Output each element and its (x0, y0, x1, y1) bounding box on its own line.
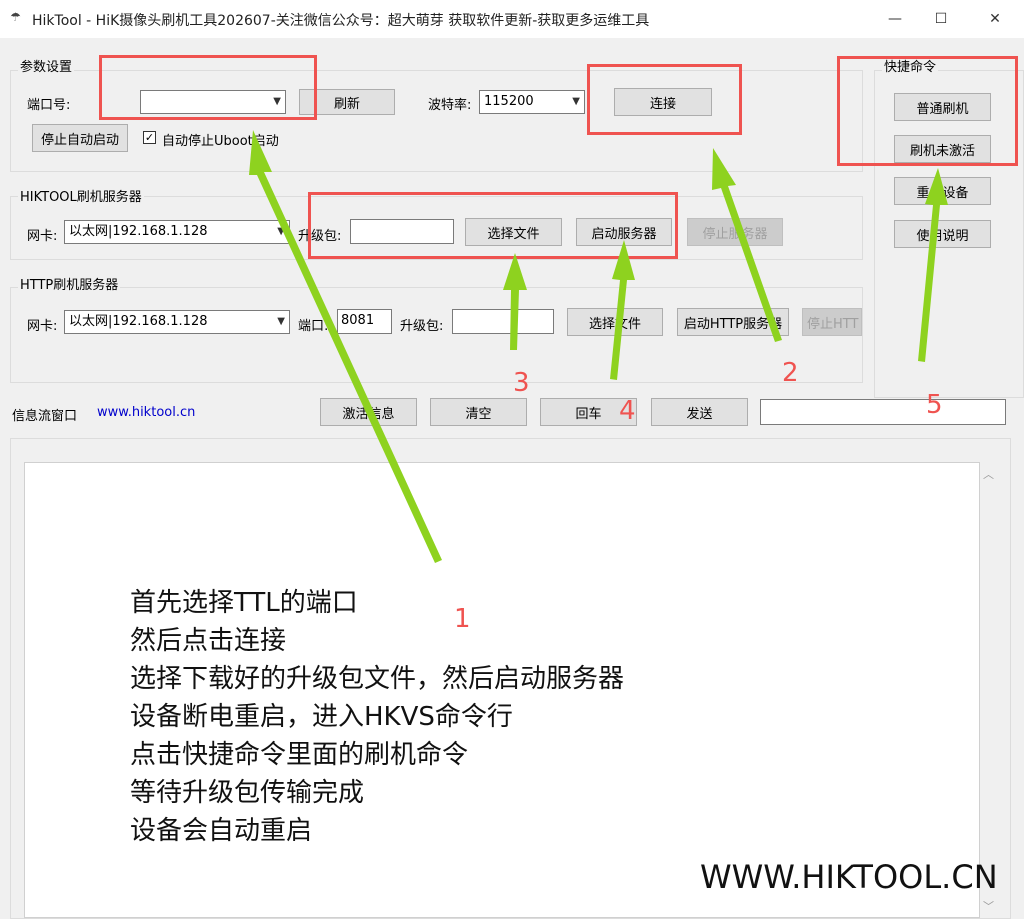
arrow-3 (503, 253, 527, 350)
arrow-1 (249, 130, 442, 563)
arrow-4 (610, 240, 635, 380)
arrow-2 (712, 148, 782, 342)
arrow-5 (918, 168, 948, 362)
annotation-arrows (249, 130, 948, 563)
